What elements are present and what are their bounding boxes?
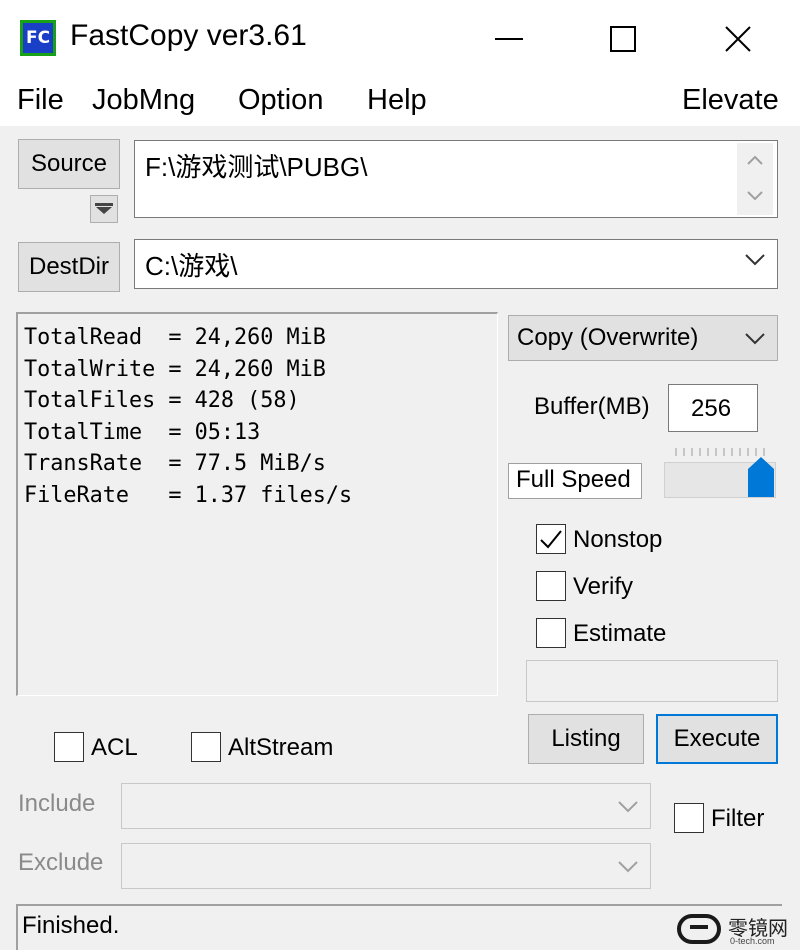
scroll-down-icon: [747, 191, 763, 201]
minimize-icon: [495, 38, 523, 40]
filter-label: Filter: [711, 805, 765, 832]
menu-help[interactable]: Help: [367, 84, 427, 117]
source-path-field[interactable]: F:\游戏测试\PUBG\: [134, 140, 778, 218]
altstream-label: AltStream: [228, 734, 334, 761]
chevron-down-icon: [618, 861, 638, 873]
minimize-button[interactable]: [474, 14, 544, 64]
buffer-input[interactable]: 256: [668, 384, 758, 432]
chevron-down-icon: [618, 801, 638, 813]
altstream-checkbox[interactable]: [191, 732, 221, 762]
status-text: Finished.: [22, 912, 120, 939]
menu-file[interactable]: File: [17, 84, 64, 117]
watermark-domain: 0-tech.com: [730, 936, 775, 946]
dropdown-arrow-icon: [95, 203, 113, 214]
menu-option[interactable]: Option: [238, 84, 323, 117]
estimate-output-box: [526, 660, 778, 702]
menu-jobmng[interactable]: JobMng: [92, 84, 195, 117]
menu-elevate[interactable]: Elevate: [682, 84, 779, 117]
app-icon: FC: [20, 20, 56, 56]
slider-thumb[interactable]: [747, 455, 775, 499]
source-scrollbar[interactable]: [737, 143, 773, 215]
verify-label: Verify: [573, 573, 634, 600]
include-label: Include: [18, 790, 96, 817]
source-button[interactable]: Source: [18, 139, 120, 189]
title-bar: FC FastCopy ver3.61: [0, 0, 800, 78]
copy-mode-select[interactable]: Copy (Overwrite): [508, 315, 778, 361]
filter-checkbox[interactable]: [674, 803, 704, 833]
close-button[interactable]: [703, 14, 773, 64]
maximize-button[interactable]: [588, 14, 658, 64]
destdir-button[interactable]: DestDir: [18, 242, 120, 292]
stat-trans-rate: TransRate = 77.5 MiB/s: [24, 451, 326, 477]
acl-checkbox[interactable]: [54, 732, 84, 762]
destdir-path-text: C:\游戏\: [145, 251, 238, 281]
execute-button[interactable]: Execute: [656, 714, 778, 764]
stats-panel: TotalRead = 24,260 MiB TotalWrite = 24,2…: [16, 312, 498, 696]
stat-total-files: TotalFiles = 428 (58): [24, 388, 300, 414]
copy-mode-value: Copy (Overwrite): [517, 324, 699, 351]
acl-label: ACL: [91, 734, 138, 761]
buffer-value: 256: [691, 395, 732, 422]
source-history-button[interactable]: [90, 195, 118, 223]
stat-total-time: TotalTime = 05:13: [24, 419, 261, 445]
exclude-label: Exclude: [18, 849, 104, 876]
stat-total-read: TotalRead = 24,260 MiB: [24, 325, 326, 350]
estimate-label: Estimate: [573, 620, 667, 647]
exclude-field[interactable]: [121, 843, 651, 889]
menu-bar: File JobMng Option Help Elevate: [0, 78, 800, 126]
nonstop-checkbox[interactable]: [536, 524, 566, 554]
speed-label: Full Speed: [508, 463, 642, 499]
source-path-text: F:\游戏测试\PUBG\: [145, 152, 368, 182]
stat-total-write: TotalWrite = 24,260 MiB: [24, 356, 326, 382]
chevron-down-icon: [745, 333, 765, 345]
buffer-label: Buffer(MB): [534, 393, 650, 420]
listing-button[interactable]: Listing: [528, 714, 644, 764]
watermark: 零镜网 0-tech.com: [676, 910, 800, 950]
include-field[interactable]: [121, 783, 651, 829]
estimate-checkbox[interactable]: [536, 618, 566, 648]
stat-file-rate: FileRate = 1.37 files/s: [24, 482, 353, 508]
nonstop-label: Nonstop: [573, 526, 663, 553]
destdir-path-field[interactable]: C:\游戏\: [134, 239, 778, 289]
checkmark-icon: [540, 530, 562, 549]
status-bar: Finished.: [16, 904, 782, 950]
maximize-icon: [610, 26, 636, 52]
window-title: FastCopy ver3.61: [70, 19, 307, 52]
speed-slider[interactable]: [664, 457, 776, 498]
scroll-up-icon: [747, 155, 763, 165]
watermark-logo-icon: [677, 914, 721, 944]
close-icon: [725, 26, 751, 52]
chevron-down-icon: [745, 254, 765, 266]
verify-checkbox[interactable]: [536, 571, 566, 601]
